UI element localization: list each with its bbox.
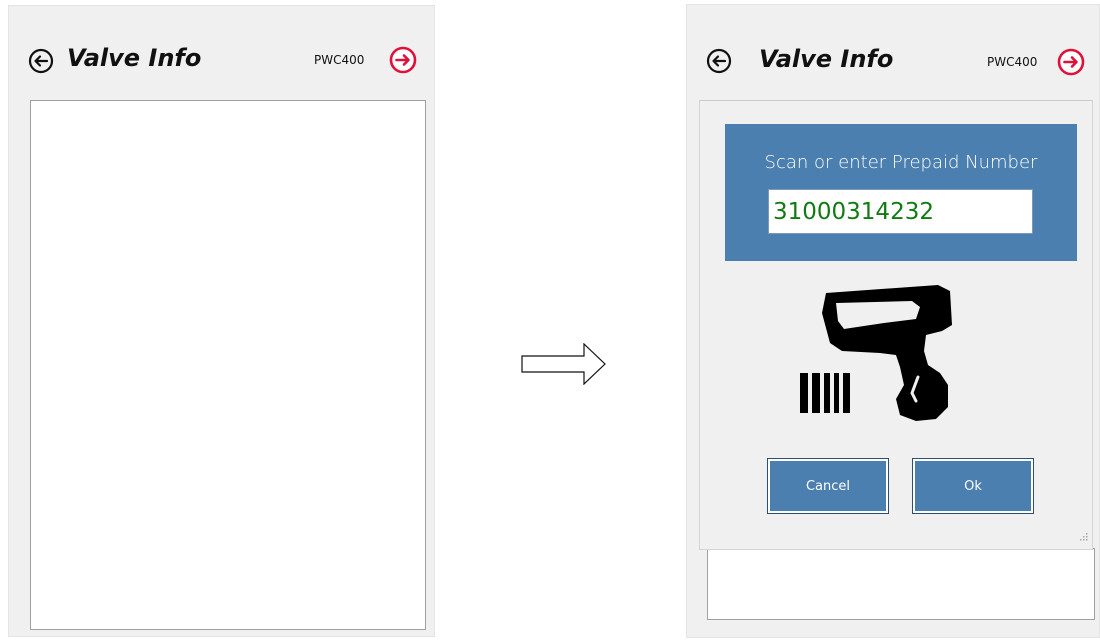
- resize-grip-icon[interactable]: [1079, 526, 1088, 545]
- circle-arrow-left-icon: [28, 48, 54, 74]
- left-screen: Valve Info PWC400: [8, 5, 435, 637]
- circle-arrow-right-icon: [389, 46, 417, 74]
- content-area: [30, 100, 426, 630]
- cancel-button[interactable]: Cancel: [767, 458, 889, 514]
- page-title: Valve Info: [67, 44, 202, 72]
- right-arrow-icon: [521, 342, 607, 389]
- back-button[interactable]: [706, 48, 732, 74]
- back-button[interactable]: [28, 48, 54, 74]
- prepaid-number-input[interactable]: [768, 189, 1033, 234]
- title-bar: Valve Info PWC400: [9, 6, 434, 94]
- next-button[interactable]: [1057, 48, 1085, 76]
- next-button[interactable]: [389, 46, 417, 74]
- device-label: PWC400: [987, 55, 1038, 69]
- circle-arrow-left-icon: [706, 48, 732, 74]
- dialog-header: Scan or enter Prepaid Number: [725, 124, 1077, 261]
- barcode-icon: [800, 373, 850, 413]
- right-screen: Valve Info PWC400 Scan or enter Prepaid …: [686, 4, 1100, 638]
- content-area: [707, 548, 1095, 620]
- dialog-prompt: Scan or enter Prepaid Number: [764, 152, 1038, 173]
- circle-arrow-right-icon: [1057, 48, 1085, 76]
- page-title: Valve Info: [759, 45, 894, 73]
- device-label: PWC400: [314, 53, 365, 67]
- ok-button[interactable]: Ok: [912, 458, 1034, 514]
- title-bar: Valve Info PWC400: [687, 5, 1099, 93]
- prepaid-dialog: Scan or enter Prepaid Number Cancel: [699, 100, 1093, 550]
- barcode-scanner-icon: [800, 281, 980, 435]
